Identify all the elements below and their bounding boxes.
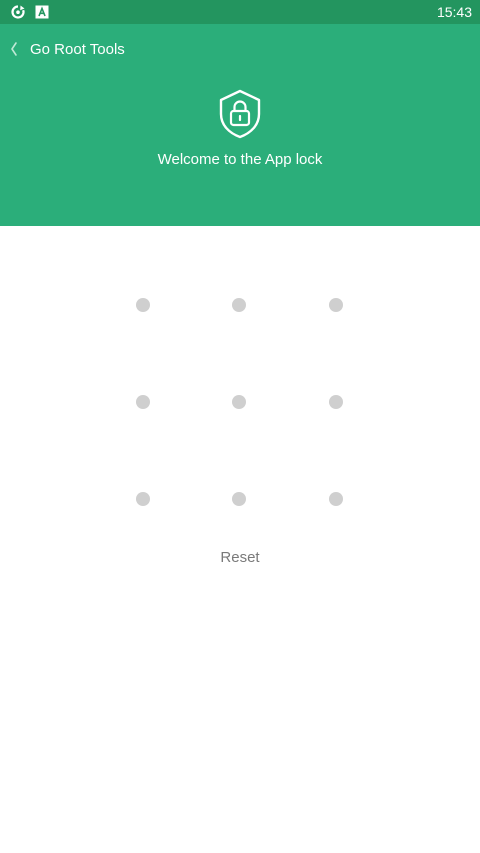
status-bar: 15:43 (0, 0, 480, 24)
back-button[interactable] (4, 36, 24, 62)
pattern-dot-5[interactable] (232, 395, 246, 409)
pattern-dot-7[interactable] (136, 492, 150, 506)
sync-notification-icon (10, 4, 26, 20)
pattern-lock-grid[interactable] (0, 226, 480, 526)
welcome-message: Welcome to the App lock (157, 151, 323, 168)
status-time: 15:43 (436, 4, 472, 20)
pattern-dot-3[interactable] (329, 298, 343, 312)
pattern-dot-6[interactable] (329, 395, 343, 409)
shield-lock-icon (216, 88, 264, 140)
reset-button[interactable]: Reset (0, 548, 480, 568)
pattern-dot-1[interactable] (136, 298, 150, 312)
pattern-dot-2[interactable] (232, 298, 246, 312)
chevron-left-icon (11, 42, 17, 56)
app-header: Go Root Tools Welcome to the App lock (0, 24, 480, 226)
pattern-dot-4[interactable] (136, 395, 150, 409)
pattern-dot-9[interactable] (329, 492, 343, 506)
pattern-dot-8[interactable] (232, 492, 246, 506)
app-title: Go Root Tools (30, 41, 125, 58)
app-notification-icon (34, 4, 50, 20)
